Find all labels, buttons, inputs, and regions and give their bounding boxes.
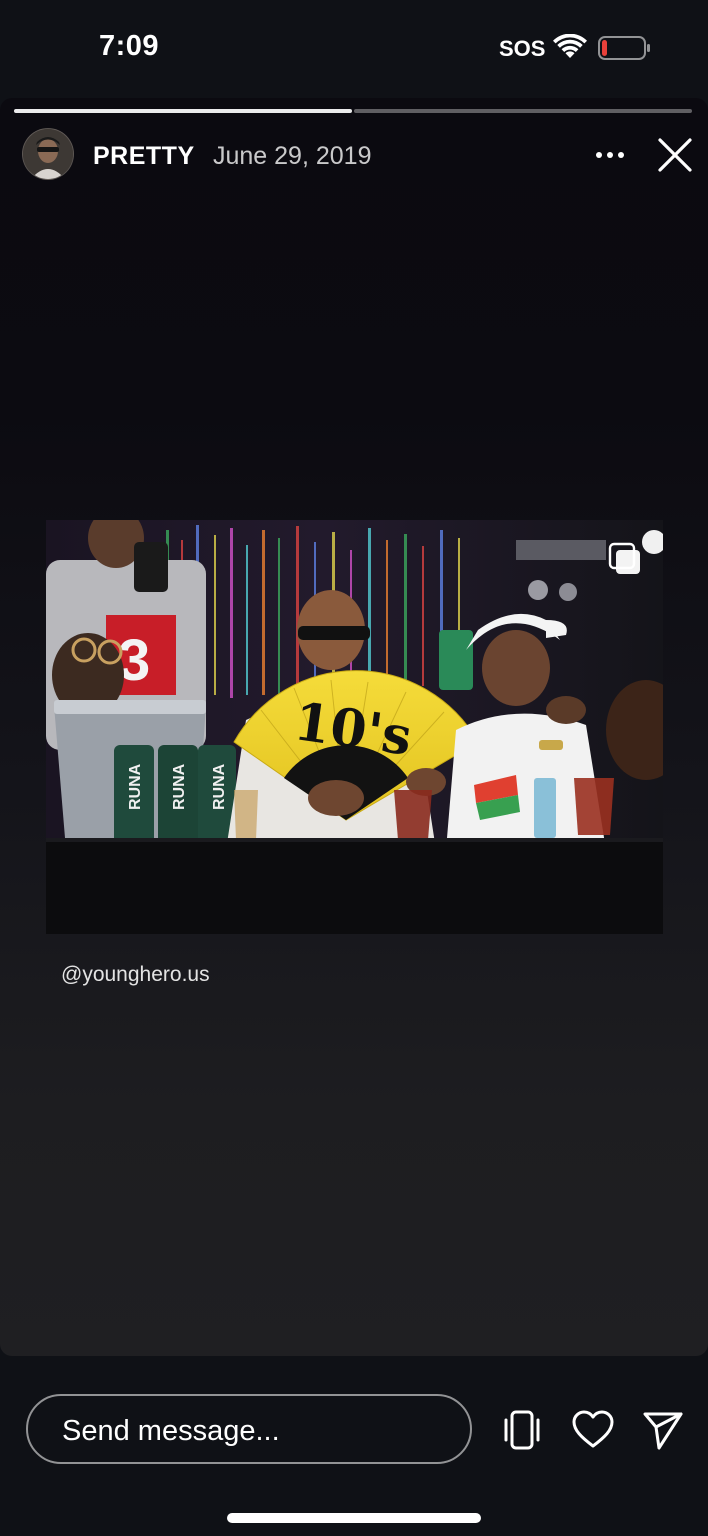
status-carrier: SOS	[499, 36, 546, 61]
send-message-input[interactable]: Send message...	[26, 1394, 472, 1464]
party-photo: 3 RUNA RUNA RUNA 10's	[46, 520, 663, 934]
story-caption[interactable]: @younghero.us	[61, 963, 210, 987]
avatar[interactable]	[22, 128, 74, 180]
send-icon[interactable]	[641, 1408, 685, 1452]
battery-low-icon	[598, 36, 650, 60]
more-horizontal-icon[interactable]	[593, 138, 627, 172]
story-post-photo[interactable]: 3 RUNA RUNA RUNA 10's	[46, 520, 663, 934]
status-time: 7:09	[99, 30, 160, 62]
home-indicator[interactable]	[227, 1513, 481, 1523]
close-icon[interactable]	[656, 136, 694, 174]
wifi-icon	[553, 34, 587, 58]
avatar-photo	[23, 129, 73, 179]
can-brand-label: RUNA	[127, 763, 144, 810]
heart-icon[interactable]	[571, 1408, 615, 1452]
send-message-placeholder: Send message...	[62, 1415, 280, 1447]
story-card[interactable]: PRETTY June 29, 2019 3 RUNA RUNA RUNA 10…	[0, 98, 708, 1356]
phone-vibrate-icon[interactable]	[500, 1408, 544, 1452]
can-brand-label: RUNA	[171, 763, 188, 810]
progress-segment-current	[354, 109, 692, 113]
story-post-date: June 29, 2019	[213, 142, 372, 170]
can-brand-label: RUNA	[211, 763, 228, 810]
status-bar: 7:09 SOS	[0, 0, 708, 96]
progress-segment	[14, 109, 352, 113]
instagram-story-screen: 7:09 SOS PRETTY June 29, 2019 3 RUNA RUN…	[0, 0, 708, 1536]
story-progress-bar	[14, 109, 694, 113]
story-author-username[interactable]: PRETTY	[93, 142, 195, 171]
